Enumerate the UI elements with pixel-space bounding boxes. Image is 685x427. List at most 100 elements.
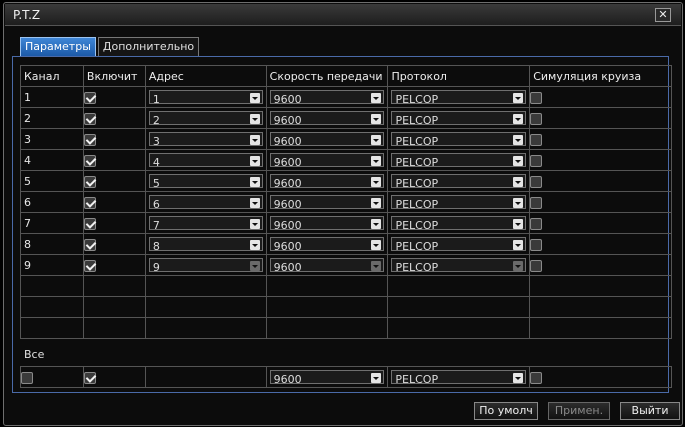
baud-rate-cell: 9600 — [265, 233, 389, 255]
enable-checkbox[interactable] — [83, 154, 96, 167]
close-icon[interactable]: ✕ — [655, 8, 671, 22]
address-select[interactable]: 9 — [148, 258, 263, 274]
address-cell: 3 — [144, 128, 267, 150]
enable-cell — [82, 86, 146, 108]
channel-number: 7 — [20, 212, 84, 234]
protocol-cell: PELCOP — [387, 254, 531, 276]
cruise-checkbox[interactable] — [530, 133, 543, 146]
enable-checkbox[interactable] — [83, 259, 96, 272]
baud-rate-value: 9600 — [273, 240, 302, 253]
channel-number: 2 — [20, 107, 84, 129]
empty-cell — [387, 275, 531, 297]
address-select[interactable]: 8 — [148, 237, 263, 253]
all-baud-value: 9600 — [273, 373, 302, 386]
baud-rate-select[interactable]: 9600 — [269, 90, 385, 106]
baud-rate-value: 9600 — [273, 198, 302, 211]
protocol-cell: PELCOP — [387, 191, 531, 213]
cruise-checkbox[interactable] — [530, 259, 543, 272]
all-enable-checkbox[interactable] — [83, 371, 96, 384]
enable-checkbox[interactable] — [83, 217, 96, 230]
empty-cell — [144, 275, 267, 297]
chevron-down-icon — [371, 261, 382, 271]
protocol-select[interactable]: PELCOP — [391, 258, 527, 274]
cruise-checkbox[interactable] — [530, 91, 543, 104]
chevron-down-icon — [371, 219, 382, 229]
chevron-down-icon — [513, 93, 524, 103]
enable-checkbox[interactable] — [83, 175, 96, 188]
protocol-select[interactable]: PELCOP — [391, 237, 527, 253]
baud-rate-select[interactable]: 9600 — [269, 153, 385, 169]
cruise-checkbox[interactable] — [530, 217, 543, 230]
exit-button[interactable]: Выйти — [620, 402, 680, 420]
cruise-checkbox[interactable] — [530, 154, 543, 167]
address-select[interactable]: 4 — [148, 153, 263, 169]
address-select[interactable]: 3 — [148, 132, 263, 148]
chevron-down-icon — [249, 219, 260, 229]
baud-rate-select[interactable]: 9600 — [269, 216, 385, 232]
all-cruise-cell — [529, 366, 672, 388]
address-select[interactable]: 2 — [148, 111, 263, 127]
protocol-select[interactable]: PELCOP — [391, 216, 527, 232]
baud-rate-select[interactable]: 9600 — [269, 237, 385, 253]
table-row: 3 3 9600 PELCOP — [20, 128, 672, 150]
enable-checkbox[interactable] — [83, 112, 96, 125]
protocol-select[interactable]: PELCOP — [391, 132, 527, 148]
ptz-table: Канал Включит Адрес Скорость передачи Пр… — [20, 65, 672, 339]
address-cell: 6 — [144, 191, 267, 213]
column-header-enable: Включит — [82, 65, 146, 87]
baud-rate-select[interactable]: 9600 — [269, 258, 385, 274]
empty-cell — [20, 317, 84, 339]
baud-rate-value: 9600 — [273, 93, 302, 106]
baud-rate-cell: 9600 — [265, 107, 389, 129]
enable-checkbox[interactable] — [83, 196, 96, 209]
enable-cell — [82, 170, 146, 192]
baud-rate-select[interactable]: 9600 — [269, 111, 385, 127]
tab-advanced[interactable]: Дополнительно — [97, 37, 200, 56]
all-baud-select[interactable]: 9600 — [269, 370, 385, 386]
channel-number: 5 — [20, 170, 84, 192]
protocol-select[interactable]: PELCOP — [391, 195, 527, 211]
protocol-select[interactable]: PELCOP — [391, 111, 527, 127]
address-cell: 4 — [144, 149, 267, 171]
tab-parameters[interactable]: Параметры — [20, 37, 96, 56]
cruise-checkbox[interactable] — [530, 238, 543, 251]
address-select[interactable]: 1 — [148, 90, 263, 106]
chevron-down-icon — [513, 198, 524, 208]
enable-checkbox[interactable] — [83, 133, 96, 146]
baud-rate-select[interactable]: 9600 — [269, 174, 385, 190]
all-select-checkbox[interactable] — [21, 371, 33, 384]
enable-checkbox[interactable] — [83, 91, 96, 104]
address-select[interactable]: 6 — [148, 195, 263, 211]
chevron-down-icon — [513, 156, 524, 166]
protocol-select[interactable]: PELCOP — [391, 90, 527, 106]
address-select[interactable]: 7 — [148, 216, 263, 232]
apply-button[interactable]: Примен. — [548, 402, 610, 420]
cruise-checkbox[interactable] — [530, 196, 543, 209]
protocol-value: PELCOP — [395, 156, 439, 169]
enable-cell — [82, 191, 146, 213]
title-bar: P.T.Z ✕ — [5, 4, 681, 26]
baud-rate-select[interactable]: 9600 — [269, 132, 385, 148]
cruise-checkbox[interactable] — [530, 175, 543, 188]
cruise-checkbox[interactable] — [530, 112, 543, 125]
enable-checkbox[interactable] — [83, 238, 96, 251]
address-select[interactable]: 5 — [148, 174, 263, 190]
all-baud-cell: 9600 — [265, 366, 389, 388]
chevron-down-icon — [513, 135, 524, 145]
channel-number: 6 — [20, 191, 84, 213]
baud-rate-value: 9600 — [273, 261, 302, 274]
all-channels-label: Все — [24, 348, 45, 361]
protocol-select[interactable]: PELCOP — [391, 174, 527, 190]
baud-rate-select[interactable]: 9600 — [269, 195, 385, 211]
protocol-select[interactable]: PELCOP — [391, 153, 527, 169]
all-protocol-select[interactable]: PELCOP — [391, 370, 527, 386]
all-cruise-checkbox[interactable] — [530, 371, 543, 384]
window-title: P.T.Z — [13, 8, 41, 22]
baud-rate-cell: 9600 — [265, 86, 389, 108]
address-value: 3 — [152, 135, 160, 148]
default-button[interactable]: По умолч — [474, 402, 538, 420]
protocol-cell: PELCOP — [387, 212, 531, 234]
protocol-cell: PELCOP — [387, 86, 531, 108]
table-row: 7 7 9600 PELCOP — [20, 212, 672, 234]
column-header-channel: Канал — [20, 65, 84, 87]
